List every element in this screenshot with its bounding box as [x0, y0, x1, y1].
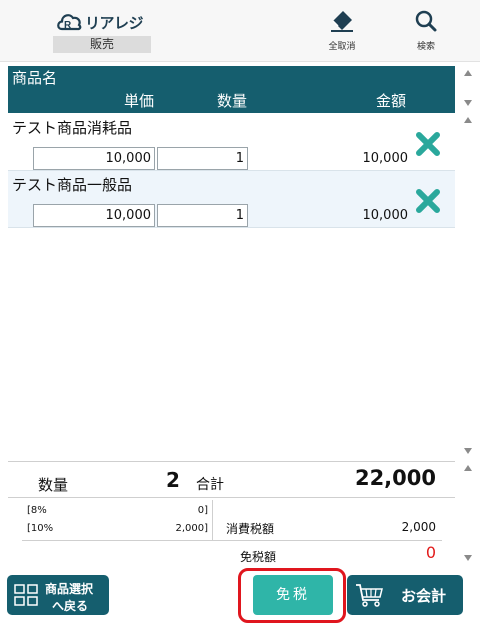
column-quantity-header: 数量 — [217, 92, 248, 110]
search-icon — [415, 10, 437, 32]
eraser-icon — [331, 11, 353, 32]
table-header: 商品名 単価 数量 金額 — [8, 66, 455, 113]
tax-exempt-value: 0 — [425, 543, 436, 562]
tax-10-label: [10% — [27, 523, 54, 534]
list-scrollbar[interactable] — [461, 66, 475, 458]
item-name: テスト商品一般品 — [12, 176, 133, 194]
divider — [22, 540, 442, 541]
grid-icon — [14, 584, 38, 606]
checkout-label: お会計 — [401, 587, 447, 605]
scroll-down-icon[interactable] — [464, 448, 472, 454]
delete-item-icon[interactable] — [415, 131, 441, 157]
tax-exempt-button[interactable]: 免税 — [253, 575, 333, 615]
column-unit-price-header: 単価 — [124, 92, 155, 110]
total-quantity-value: 2 — [166, 468, 180, 492]
back-label: へ戻る — [52, 599, 89, 613]
tax-8-value: 0] — [197, 505, 208, 516]
tax-8-label: [8% — [27, 505, 47, 516]
table-row[interactable]: テスト商品消耗品 10,000 1 10,000 — [8, 114, 455, 171]
unit-price-field[interactable]: 10,000 — [33, 204, 155, 227]
cloud-logo-icon: R — [57, 14, 82, 31]
app-header: R リアレジ 販売 全取消 検索 — [0, 0, 480, 62]
back-to-product-select-button[interactable]: 商品選択 へ戻る — [7, 575, 109, 615]
item-amount: 10,000 — [362, 151, 409, 166]
scroll-up-icon[interactable] — [464, 70, 472, 76]
tax-exempt-label: 免税額 — [240, 550, 277, 564]
total-sum-value: 22,000 — [354, 466, 436, 490]
consumption-tax-label: 消費税額 — [226, 522, 275, 536]
quantity-field[interactable]: 1 — [157, 147, 248, 170]
item-amount: 10,000 — [362, 208, 409, 223]
divider — [8, 497, 455, 498]
totals-scrollbar[interactable] — [461, 460, 475, 564]
quantity-field[interactable]: 1 — [157, 204, 248, 227]
svg-text:R: R — [64, 20, 72, 31]
clear-all-button[interactable]: 全取消 — [312, 8, 372, 54]
mode-label: 販売 — [53, 36, 151, 53]
consumption-tax-value: 2,000 — [401, 520, 436, 534]
cart-icon — [356, 584, 383, 607]
search-button[interactable]: 検索 — [396, 8, 456, 54]
item-name: テスト商品消耗品 — [12, 119, 133, 137]
total-quantity-label: 数量 — [38, 476, 69, 494]
scroll-up-icon[interactable] — [464, 465, 472, 471]
delete-item-icon[interactable] — [415, 188, 441, 214]
search-label: 検索 — [416, 42, 435, 52]
tax-10-value: 2,000] — [175, 523, 208, 534]
scroll-down-icon[interactable] — [464, 100, 472, 106]
product-select-label: 商品選択 — [45, 582, 94, 596]
column-name-header: 商品名 — [12, 69, 58, 87]
total-sum-label: 合計 — [196, 477, 224, 493]
scroll-down-icon[interactable] — [464, 555, 472, 561]
logo-text: リアレジ — [85, 13, 144, 32]
divider — [212, 500, 213, 540]
unit-price-field[interactable]: 10,000 — [33, 147, 155, 170]
scroll-up-icon[interactable] — [464, 117, 472, 123]
clear-all-label: 全取消 — [328, 42, 356, 52]
app-logo: R リアレジ — [56, 9, 146, 35]
table-row[interactable]: テスト商品一般品 10,000 1 10,000 — [8, 171, 455, 228]
column-amount-header: 金額 — [376, 92, 407, 110]
divider — [8, 461, 455, 462]
checkout-button[interactable]: お会計 — [347, 575, 463, 615]
